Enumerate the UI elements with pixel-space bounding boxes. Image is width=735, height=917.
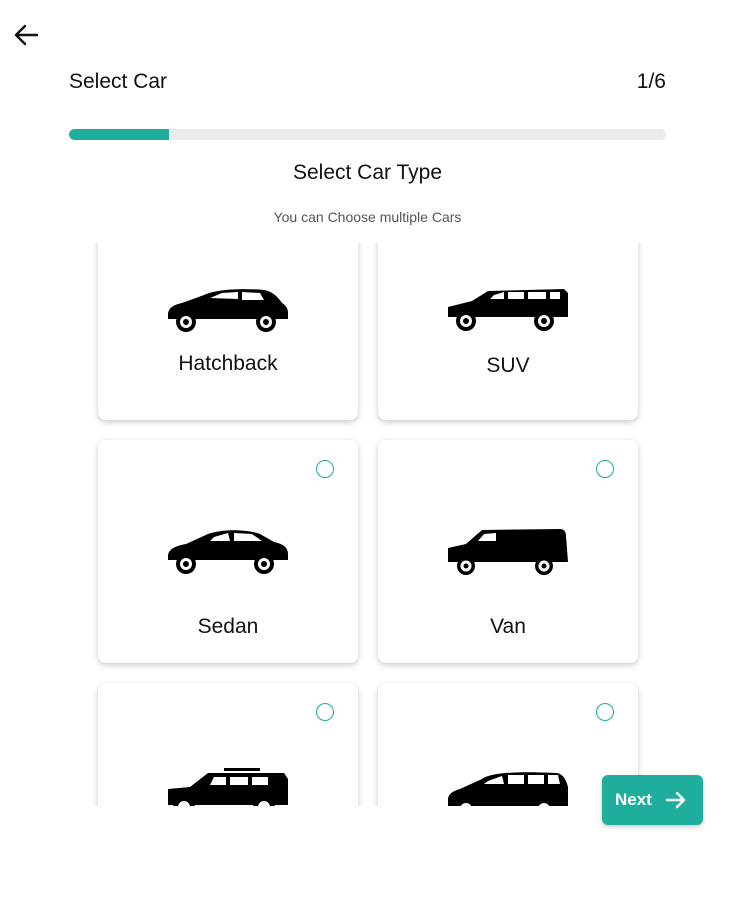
section-title: Select Car Type [292, 161, 443, 184]
arrow-left-icon [14, 24, 39, 46]
car-card-hatchback[interactable]: Hatchback [98, 243, 358, 420]
car-label: Hatchback [178, 352, 278, 375]
hatchback-icon [168, 289, 288, 332]
minivan-icon [448, 772, 568, 806]
van-icon [448, 529, 568, 575]
car-label: SUV [486, 354, 530, 377]
select-radio[interactable] [596, 460, 614, 478]
sedan-icon [168, 530, 288, 574]
header: Select Car 1/6 [69, 70, 666, 100]
car-card-jeep[interactable] [98, 683, 358, 806]
arrow-right-icon [665, 791, 686, 809]
car-card-minivan[interactable] [378, 683, 638, 806]
page-title: Select Car [69, 70, 168, 93]
car-card-suv[interactable]: SUV [378, 243, 638, 420]
next-label: Next [615, 790, 652, 809]
back-button[interactable] [10, 20, 42, 52]
next-button[interactable]: Next [602, 775, 703, 825]
car-card-van[interactable]: Van [378, 440, 638, 663]
step-counter: 1/6 [636, 70, 666, 93]
select-radio[interactable] [316, 703, 334, 721]
select-radio[interactable] [316, 460, 334, 478]
section-subtitle: You can Choose multiple Cars [273, 209, 462, 225]
suv-icon [448, 289, 568, 331]
progress-bar [69, 129, 666, 140]
progress-fill [69, 129, 169, 140]
car-type-list[interactable]: Hatchback SUV Sedan Van [90, 243, 650, 806]
car-card-sedan[interactable]: Sedan [98, 440, 358, 663]
car-label: Van [490, 615, 526, 638]
car-label: Sedan [197, 615, 259, 638]
select-radio[interactable] [596, 703, 614, 721]
jeep-icon [168, 768, 288, 806]
